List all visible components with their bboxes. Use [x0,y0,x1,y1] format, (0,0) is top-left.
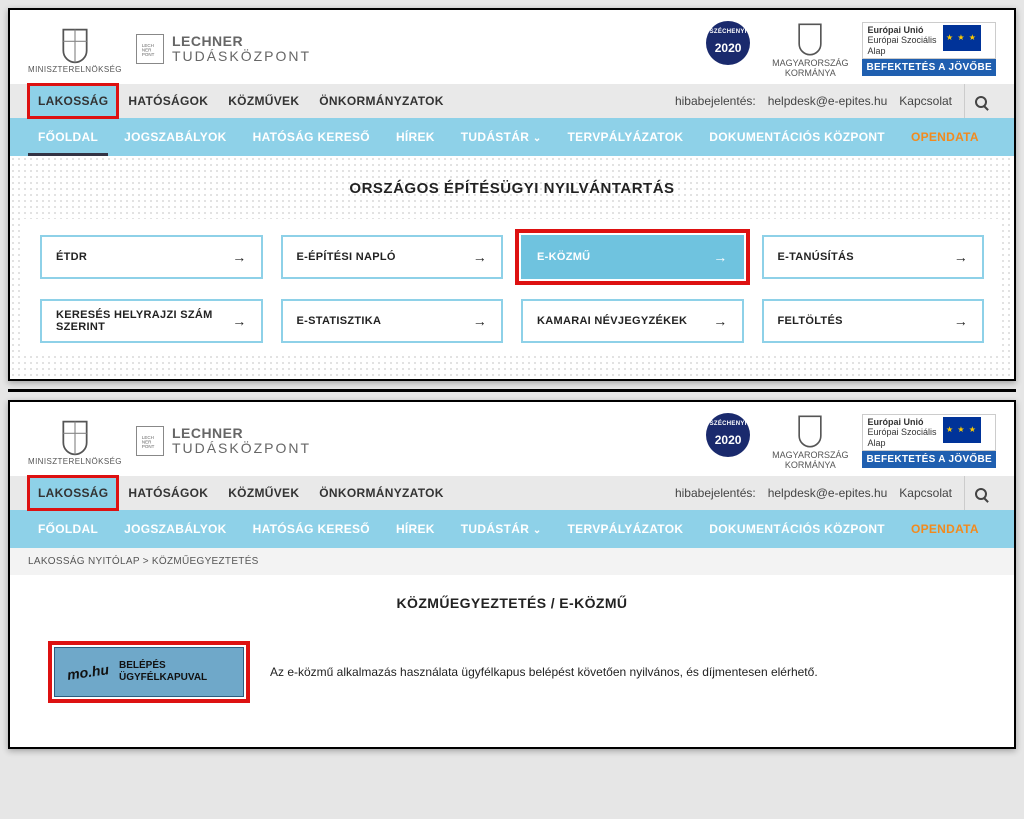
arrow-right-icon: → [473,313,487,329]
lechner-logo: LECHNERPONT LECHNER TUDÁSKÖZPONT [136,34,311,65]
lechner-line1: LECHNER [172,34,311,49]
tile-feltoltes[interactable]: FELTÖLTÉS→ [762,299,985,343]
chevron-down-icon: ⌄ [533,133,542,144]
lechner-box-icon: LECHNERPONT [136,34,164,64]
tile-kamarai[interactable]: KAMARAI NÉVJEGYZÉKEK→ [521,299,744,343]
eu-flag-icon: ★ ★ ★ [943,25,981,51]
top-tab-kozmuvek[interactable]: KÖZMŰVEK [218,84,309,118]
login-ugyfelkapu-button[interactable]: mo.hu BELÉPÉS ÜGYFÉLKAPUVAL [54,647,244,697]
top-tab-hatosagok[interactable]: HATÓSÁGOK [118,84,218,118]
header-band: MINISZTERELNÖKSÉG LECHNERPONT LECHNER TU… [10,10,1014,84]
magyarorszag-kormanya-logo: MAGYARORSZÁG KORMÁNYA [772,412,848,470]
subnav-tudastar[interactable]: TUDÁSTÁR ⌄ [451,510,552,548]
subnav-hatosag-kereso[interactable]: HATÓSÁG KERESŐ [243,118,380,156]
svg-text:PONT: PONT [142,52,155,57]
tile-eepitesi[interactable]: E-ÉPÍTÉSI NAPLÓ→ [281,235,504,279]
top-tab-lakossag[interactable]: LAKOSSÁG [28,84,118,118]
subnav-dok-kozpont[interactable]: DOKUMENTÁCIÓS KÖZPONT [699,118,895,156]
arrow-right-icon: → [713,249,727,265]
ministry-label: MINISZTERELNÖKSÉG [28,65,122,74]
top-nav: LAKOSSÁG HATÓSÁGOK KÖZMŰVEK ÖNKORMÁNYZAT… [10,476,1014,510]
eu-funding-block: Európai Unió Európai Szociális Alap ★ ★ … [862,22,996,76]
bugreport-email[interactable]: helpdesk@e-epites.hu [768,486,888,500]
subnav-opendata[interactable]: OPENDATA [901,510,989,548]
hungary-crest-icon [61,417,89,459]
subnav-hirek[interactable]: HÍREK [386,510,445,548]
bugreport-label: hibabejelentés: [675,94,756,108]
top-tab-hatosagok[interactable]: HATÓSÁGOK [118,476,218,510]
top-tab-kozmuvek[interactable]: KÖZMŰVEK [218,476,309,510]
top-tab-lakossag[interactable]: LAKOSSÁG [28,476,118,510]
main-content: ORSZÁGOS ÉPÍTÉSÜGYI NYILVÁNTARTÁS ÉTDR→ … [10,156,1014,379]
arrow-right-icon: → [713,313,727,329]
chevron-down-icon: ⌄ [533,525,542,536]
bugreport-label: hibabejelentés: [675,486,756,500]
lechner-logo: LECHNERPONT LECHNER TUDÁSKÖZPONT [136,426,311,457]
tile-kereses-hrsz[interactable]: KERESÉS HELYRAJZI SZÁM SZERINT→ [40,299,263,343]
subnav-dok-kozpont[interactable]: DOKUMENTÁCIÓS KÖZPONT [699,510,895,548]
tile-etdr[interactable]: ÉTDR→ [40,235,263,279]
search-button[interactable] [964,84,996,118]
arrow-right-icon: → [954,249,968,265]
svg-text:PONT: PONT [142,444,155,449]
lechner-box-icon: LECHNERPONT [136,426,164,456]
hungary-crest-icon [61,25,89,67]
subnav-tudastar[interactable]: TUDÁSTÁR ⌄ [451,118,552,156]
subnav-hatosag-kereso[interactable]: HATÓSÁG KERESŐ [243,510,380,548]
arrow-right-icon: → [473,249,487,265]
page-title: KÖZMŰEGYEZTETÉS / E-KÖZMŰ [54,595,970,611]
subnav-jogszabalyok[interactable]: JOGSZABÁLYOK [114,510,237,548]
magyarorszag-kormanya-logo: MAGYARORSZÁG KORMÁNYA [772,20,848,78]
page-title: ORSZÁGOS ÉPÍTÉSÜGYI NYILVÁNTARTÁS [22,180,1002,197]
top-tab-onkormanyzatok[interactable]: ÖNKORMÁNYZATOK [309,476,453,510]
subnav-fooldal[interactable]: FŐOLDAL [28,118,108,156]
tile-etanusitas[interactable]: E-TANÚSÍTÁS→ [762,235,985,279]
subnav-tervpalyazatok[interactable]: TERVPÁLYÁZATOK [558,118,694,156]
top-nav: LAKOSSÁG HATÓSÁGOK KÖZMŰVEK ÖNKORMÁNYZAT… [10,84,1014,118]
subnav-opendata[interactable]: OPENDATA [901,118,989,156]
top-tab-onkormanyzatok[interactable]: ÖNKORMÁNYZATOK [309,84,453,118]
eu-flag-icon: ★ ★ ★ [943,417,981,443]
sub-nav: FŐOLDAL JOGSZABÁLYOK HATÓSÁG KERESŐ HÍRE… [10,118,1014,156]
main-content: KÖZMŰEGYEZTETÉS / E-KÖZMŰ mo.hu BELÉPÉS … [10,575,1014,747]
screenshot-lower: MINISZTERELNÖKSÉG LECHNERPONT LECHNER TU… [8,400,1016,749]
ministry-logo: MINISZTERELNÖKSÉG [28,417,122,466]
breadcrumb: LAKOSSÁG NYITÓLAP > KÖZMŰEGYEZTETÉS [10,548,1014,575]
ministry-label: MINISZTERELNÖKSÉG [28,457,122,466]
page-description: Az e-közmű alkalmazás használata ügyfélk… [270,665,818,679]
hungary-crest-icon [797,20,823,59]
ugyfelkapu-icon: mo.hu [66,661,110,683]
bugreport-email[interactable]: helpdesk@e-epites.hu [768,94,888,108]
arrow-right-icon: → [232,313,246,329]
szechenyi2020-badge: SZÉCHENYI 2020 [706,21,758,77]
sub-nav: FŐOLDAL JOGSZABÁLYOK HATÓSÁG KERESŐ HÍRE… [10,510,1014,548]
subnav-tervpalyazatok[interactable]: TERVPÁLYÁZATOK [558,510,694,548]
eu-funding-block: Európai UnióEurópai SzociálisAlap ★ ★ ★ … [862,414,996,468]
eu-banner: BEFEKTETÉS A JÖVŐBE [862,59,996,76]
subnav-fooldal[interactable]: FŐOLDAL [28,510,108,548]
ministry-logo: MINISZTERELNÖKSÉG [28,25,122,74]
search-icon [975,488,987,500]
arrow-right-icon: → [954,313,968,329]
tile-estatisztika[interactable]: E-STATISZTIKA→ [281,299,504,343]
arrow-right-icon: → [232,249,246,265]
subnav-jogszabalyok[interactable]: JOGSZABÁLYOK [114,118,237,156]
lechner-line2: TUDÁSKÖZPONT [172,49,311,64]
header-band: MINISZTERELNÖKSÉG LECHNERPONT LECHNER TU… [10,402,1014,476]
contact-link[interactable]: Kapcsolat [899,486,952,500]
search-button[interactable] [964,476,996,510]
screenshot-upper: MINISZTERELNÖKSÉG LECHNERPONT LECHNER TU… [8,8,1016,381]
szechenyi2020-badge: SZÉCHENYI2020 [706,413,758,469]
subnav-hirek[interactable]: HÍREK [386,118,445,156]
contact-link[interactable]: Kapcsolat [899,94,952,108]
search-icon [975,96,987,108]
tile-ekozmu[interactable]: E-KÖZMŰ→ [521,235,744,279]
